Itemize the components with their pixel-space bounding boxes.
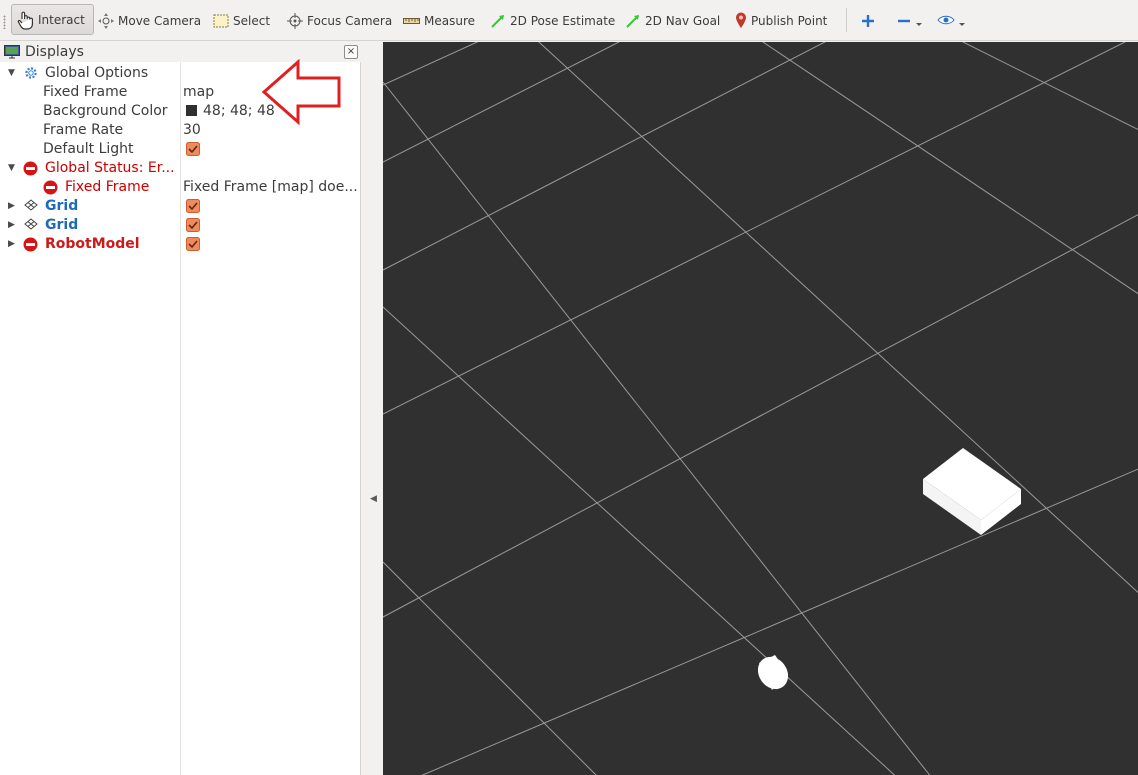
remove-tool-button[interactable] [897,4,927,37]
error-icon [43,180,58,195]
move-camera-label: Move Camera [118,13,202,28]
map-pin-icon [736,12,746,28]
collapse-panel-icon[interactable]: ◀ [370,494,377,504]
close-panel-button[interactable]: × [344,45,358,59]
tree-label: Background Color [43,103,168,119]
add-tool-icon [862,14,874,27]
grid-icon [24,218,38,230]
tree-row-robot-model[interactable]: ▶ RobotModel [0,235,360,254]
hand-pointer-icon [17,11,33,30]
ruler-icon [403,17,420,24]
grid-line [538,42,1138,594]
interact-label: Interact [38,12,85,27]
grid-enabled-checkbox[interactable] [186,218,200,232]
tree-row-global-status[interactable]: ▼ Global Status: Er... [0,159,360,178]
fixed-frame-status-message: Fixed Frame [map] doe... [183,179,358,195]
monitor-icon [4,45,20,59]
collapse-arrow-icon[interactable]: ▶ [8,216,15,235]
views-menu-button[interactable] [937,4,971,37]
tree-label: Fixed Frame [65,179,150,195]
view-eye-icon [937,15,965,26]
tree-label: Grid [45,198,79,214]
grid-line [383,42,479,86]
grid-enabled-checkbox[interactable] [186,199,200,213]
toolbar-grip[interactable] [3,15,6,29]
tree-label: Grid [45,217,79,233]
grid-line [421,468,1138,775]
focus-camera-label: Focus Camera [307,13,393,28]
tree-row-grid[interactable]: ▶ Grid [0,216,360,235]
move-camera-tool-button[interactable]: Move Camera [98,4,201,37]
tree-row-grid[interactable]: ▶ Grid [0,197,360,216]
collapse-arrow-icon[interactable]: ▶ [8,235,15,254]
pose-estimate-tool-button[interactable]: 2D Pose Estimate [490,4,615,37]
displays-panel-title: Displays [25,44,84,60]
grid-scene[interactable] [383,42,1138,775]
expand-arrow-icon[interactable]: ▼ [8,159,15,178]
green-arrow-icon [491,14,504,28]
pose-estimate-label: 2D Pose Estimate [510,13,616,28]
robot-wheel-shape [757,655,789,690]
focus-camera-tool-button[interactable]: Focus Camera [287,4,392,37]
select-label: Select [233,13,271,28]
interact-tool-button[interactable]: Interact [11,4,94,35]
grid-line [383,42,621,163]
error-icon [23,161,38,176]
robot-body-box [923,448,1021,535]
tree-label: Fixed Frame [43,84,128,100]
grid-line [383,214,1138,618]
background-color-value[interactable]: 48; 48; 48 [183,102,275,121]
focus-camera-icon [287,12,303,29]
default-light-checkbox[interactable] [186,142,200,156]
grid-line [383,81,931,775]
frame-rate-value[interactable]: 30 [183,121,201,140]
tree-label: Global Status: Er... [45,160,175,176]
gear-icon [25,67,37,79]
tree-row-fixed-frame-status[interactable]: Fixed Frame Fixed Frame [map] doe... [0,178,360,197]
add-tool-button[interactable] [861,4,879,37]
annotation-arrow-icon [262,59,341,125]
color-swatch [186,105,197,116]
toolbar-separator [846,8,847,32]
displays-panel: Displays × ▼ Global Options Fixed Frame … [0,42,361,775]
tree-label: Global Options [45,65,149,81]
grid-icon [24,199,38,211]
select-rectangle-icon [213,14,229,27]
robot-model-enabled-checkbox[interactable] [186,237,200,251]
nav-goal-tool-button[interactable]: 2D Nav Goal [625,4,720,37]
measure-label: Measure [424,13,475,28]
fixed-frame-value[interactable]: map [183,83,214,102]
grid-line [383,42,826,271]
measure-tool-button[interactable]: Measure [403,4,475,37]
nav-goal-label: 2D Nav Goal [645,13,721,28]
collapse-arrow-icon[interactable]: ▶ [8,197,15,216]
publish-point-tool-button[interactable]: Publish Point [735,4,827,37]
remove-tool-icon [898,19,922,26]
grid-line [762,42,1138,295]
tree-label: Frame Rate [43,122,124,138]
tree-row-default-light[interactable]: Default Light [0,140,360,159]
error-icon [23,237,38,252]
green-arrow-icon [626,14,639,28]
select-tool-button[interactable]: Select [213,4,270,37]
render-viewport[interactable] [383,42,1138,775]
grid-line [383,42,1127,415]
main-toolbar: Interact Move Camera Select Focus Camera… [0,0,1138,41]
tree-label: RobotModel [45,236,140,252]
expand-arrow-icon[interactable]: ▼ [8,64,15,83]
publish-point-label: Publish Point [751,13,828,28]
panel-splitter[interactable]: ◀ [361,42,383,775]
move-camera-icon [98,12,114,29]
tree-label: Default Light [43,141,134,157]
